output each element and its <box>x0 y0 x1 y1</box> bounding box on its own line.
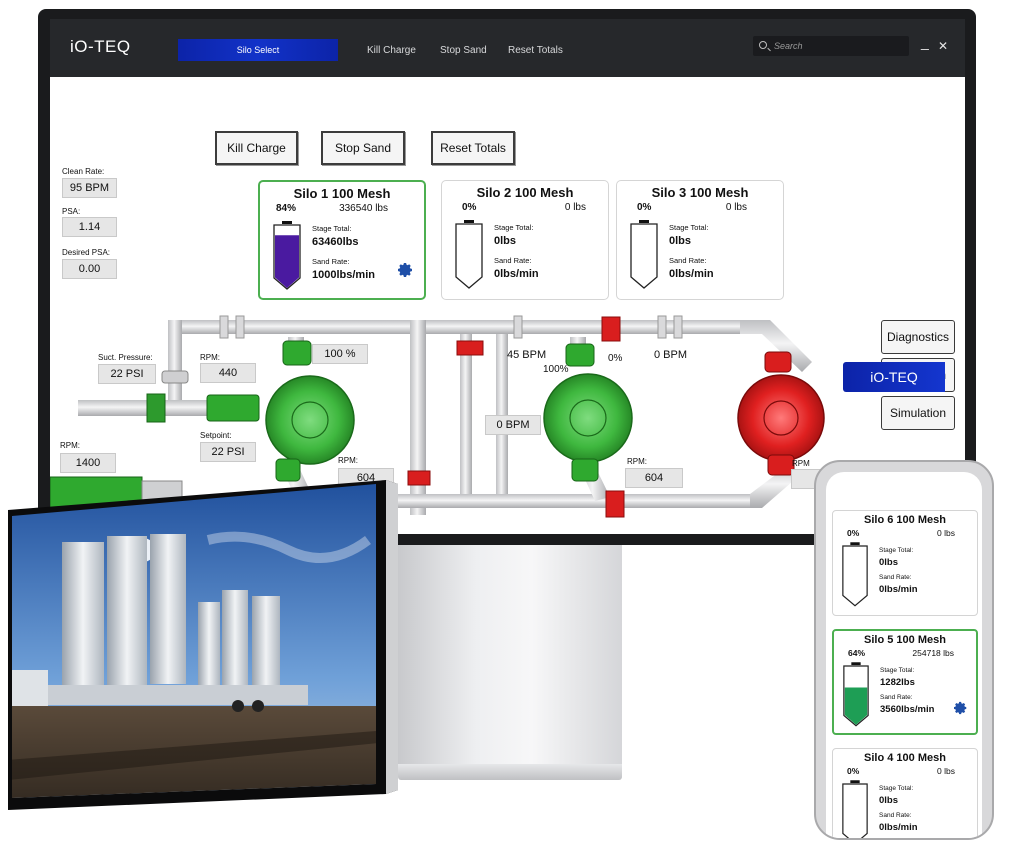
rpm-right-label: RPM: <box>627 457 647 466</box>
photo-building <box>12 670 48 706</box>
centrifugal-pump-2 <box>543 373 633 463</box>
silo-title: Silo 5 100 Mesh <box>864 634 946 646</box>
monitor-stand <box>398 540 622 768</box>
suction-valve <box>161 370 189 384</box>
flange <box>513 315 523 339</box>
phone-silo-card-6[interactable]: Silo 6 100 Mesh 0% 0 lbs Stage Total: 0l… <box>832 510 978 616</box>
sand-rate-value: 3560lbs/min <box>880 704 935 715</box>
monitor-screen: iO-TEQ Silo Select Kill Charge Stop Sand… <box>50 19 965 534</box>
rpm-left-value: 1400 <box>60 453 116 473</box>
stage-total-value: 1282lbs <box>880 677 915 688</box>
riser-pipe-left <box>168 320 182 412</box>
valve-right-percent: 0% <box>608 353 623 364</box>
suct-pressure-value: 22 PSI <box>98 364 156 384</box>
sand-rate-label: Sand Rate: <box>880 694 913 701</box>
flange <box>657 315 667 339</box>
tank-outline <box>842 783 868 838</box>
rpm-low-label: RPM: <box>338 456 358 465</box>
phone-silo-card-5[interactable]: Silo 5 100 Mesh 64% 254718 lbs Stage Tot… <box>832 629 978 735</box>
sand-rate-label: Sand Rate: <box>879 812 912 819</box>
tablet-photo-frame <box>8 480 398 810</box>
tablet-edge <box>386 480 398 794</box>
monitor-stand-base <box>398 764 622 780</box>
phone-device: Silo 6 100 Mesh 0% 0 lbs Stage Total: 0l… <box>814 460 994 840</box>
sand-rate-label: Sand Rate: <box>879 574 912 581</box>
phone-screen: Silo 6 100 Mesh 0% 0 lbs Stage Total: 0l… <box>826 472 982 838</box>
photo-silo <box>222 590 248 690</box>
silo-tank-gauge <box>843 662 869 727</box>
valve-percent-value: 100 % <box>312 344 368 364</box>
sand-rate-value: 0lbs/min <box>879 584 918 595</box>
silo-weight: 0 lbs <box>937 528 955 538</box>
flange <box>673 315 683 339</box>
stage-total-label: Stage Total: <box>879 785 914 792</box>
centrifugal-pump-3 <box>737 374 825 462</box>
red-valve-top <box>601 316 621 342</box>
suct-pressure-label: Suct. Pressure: <box>98 353 153 362</box>
photo-silo <box>150 534 186 684</box>
photo-wheel <box>232 700 244 712</box>
centrifugal-pump-1 <box>265 375 355 465</box>
flange <box>219 315 229 339</box>
rpm-right-value: 604 <box>625 468 683 488</box>
pump2-flange-bottom <box>571 458 599 482</box>
red-valve-mid <box>407 470 431 486</box>
pump1-flange-top <box>282 340 312 366</box>
red-valve-bottom <box>605 490 625 518</box>
green-valve-left <box>146 393 166 423</box>
silo-tank-gauge <box>842 542 868 607</box>
red-valve-bypass <box>456 340 484 356</box>
tank-cap <box>850 780 860 784</box>
silo-weight: 254718 lbs <box>912 648 954 658</box>
pump3-flange-top <box>764 351 792 373</box>
silo-weight: 0 lbs <box>937 766 955 776</box>
rpm-mid-value: 440 <box>200 363 256 383</box>
vertical-pipe-a <box>410 320 426 515</box>
suction-pipe <box>78 400 208 416</box>
rpm-mid-label: RPM: <box>200 353 220 362</box>
phone-silo-card-4[interactable]: Silo 4 100 Mesh 0% 0 lbs Stage Total: 0l… <box>832 748 978 838</box>
pump2-flange-top <box>565 343 595 367</box>
silo-percent: 0% <box>847 528 860 538</box>
photo-silo <box>252 596 280 690</box>
flow-right-value: 0 BPM <box>654 349 688 361</box>
photo-silo <box>62 542 104 692</box>
photo-wheel <box>252 700 264 712</box>
setpoint-value: 22 PSI <box>200 442 256 462</box>
silo-title: Silo 4 100 Mesh <box>864 752 946 764</box>
marketing-composite: iO-TEQ Silo Select Kill Charge Stop Sand… <box>0 0 1010 860</box>
photo-silo <box>198 602 220 692</box>
photo-silo <box>107 536 147 688</box>
diagnostics-button[interactable]: Diagnostics <box>881 320 955 354</box>
process-piping-diagram <box>50 315 825 534</box>
rpm-left-label: RPM: <box>60 441 80 450</box>
suction-motor <box>206 394 260 422</box>
header-pipe-top <box>170 320 740 334</box>
silo-tank-gauge <box>842 780 868 838</box>
rpm-far-label: RPM <box>792 459 810 468</box>
tank-cap <box>850 542 860 546</box>
silo-percent: 64% <box>848 648 866 658</box>
stage-total-value: 0lbs <box>879 795 899 806</box>
stage-total-value: 0lbs <box>879 557 899 568</box>
brand-badge: iO-TEQ <box>843 362 945 392</box>
sand-rate-value: 0lbs/min <box>879 822 918 833</box>
flow-mid-percent: 100% <box>543 364 569 375</box>
tank-cap <box>851 662 861 666</box>
silo-percent: 0% <box>847 766 860 776</box>
photo-trailer <box>48 685 308 705</box>
simulation-button[interactable]: Simulation <box>881 396 955 430</box>
stage-total-label: Stage Total: <box>880 667 915 674</box>
flange <box>235 315 245 339</box>
vertical-pipe-b <box>460 334 472 504</box>
tank-outline <box>842 545 868 607</box>
silo-title: Silo 6 100 Mesh <box>864 514 946 526</box>
silo-site-photo <box>12 484 376 798</box>
pump1-flange-bottom <box>275 458 301 482</box>
stage-total-label: Stage Total: <box>879 547 914 554</box>
bypass-flow-value: 0 BPM <box>485 415 541 435</box>
gear-icon[interactable] <box>954 701 968 715</box>
flow-mid-value: 45 BPM <box>507 349 547 361</box>
setpoint-label: Setpoint: <box>200 431 232 440</box>
